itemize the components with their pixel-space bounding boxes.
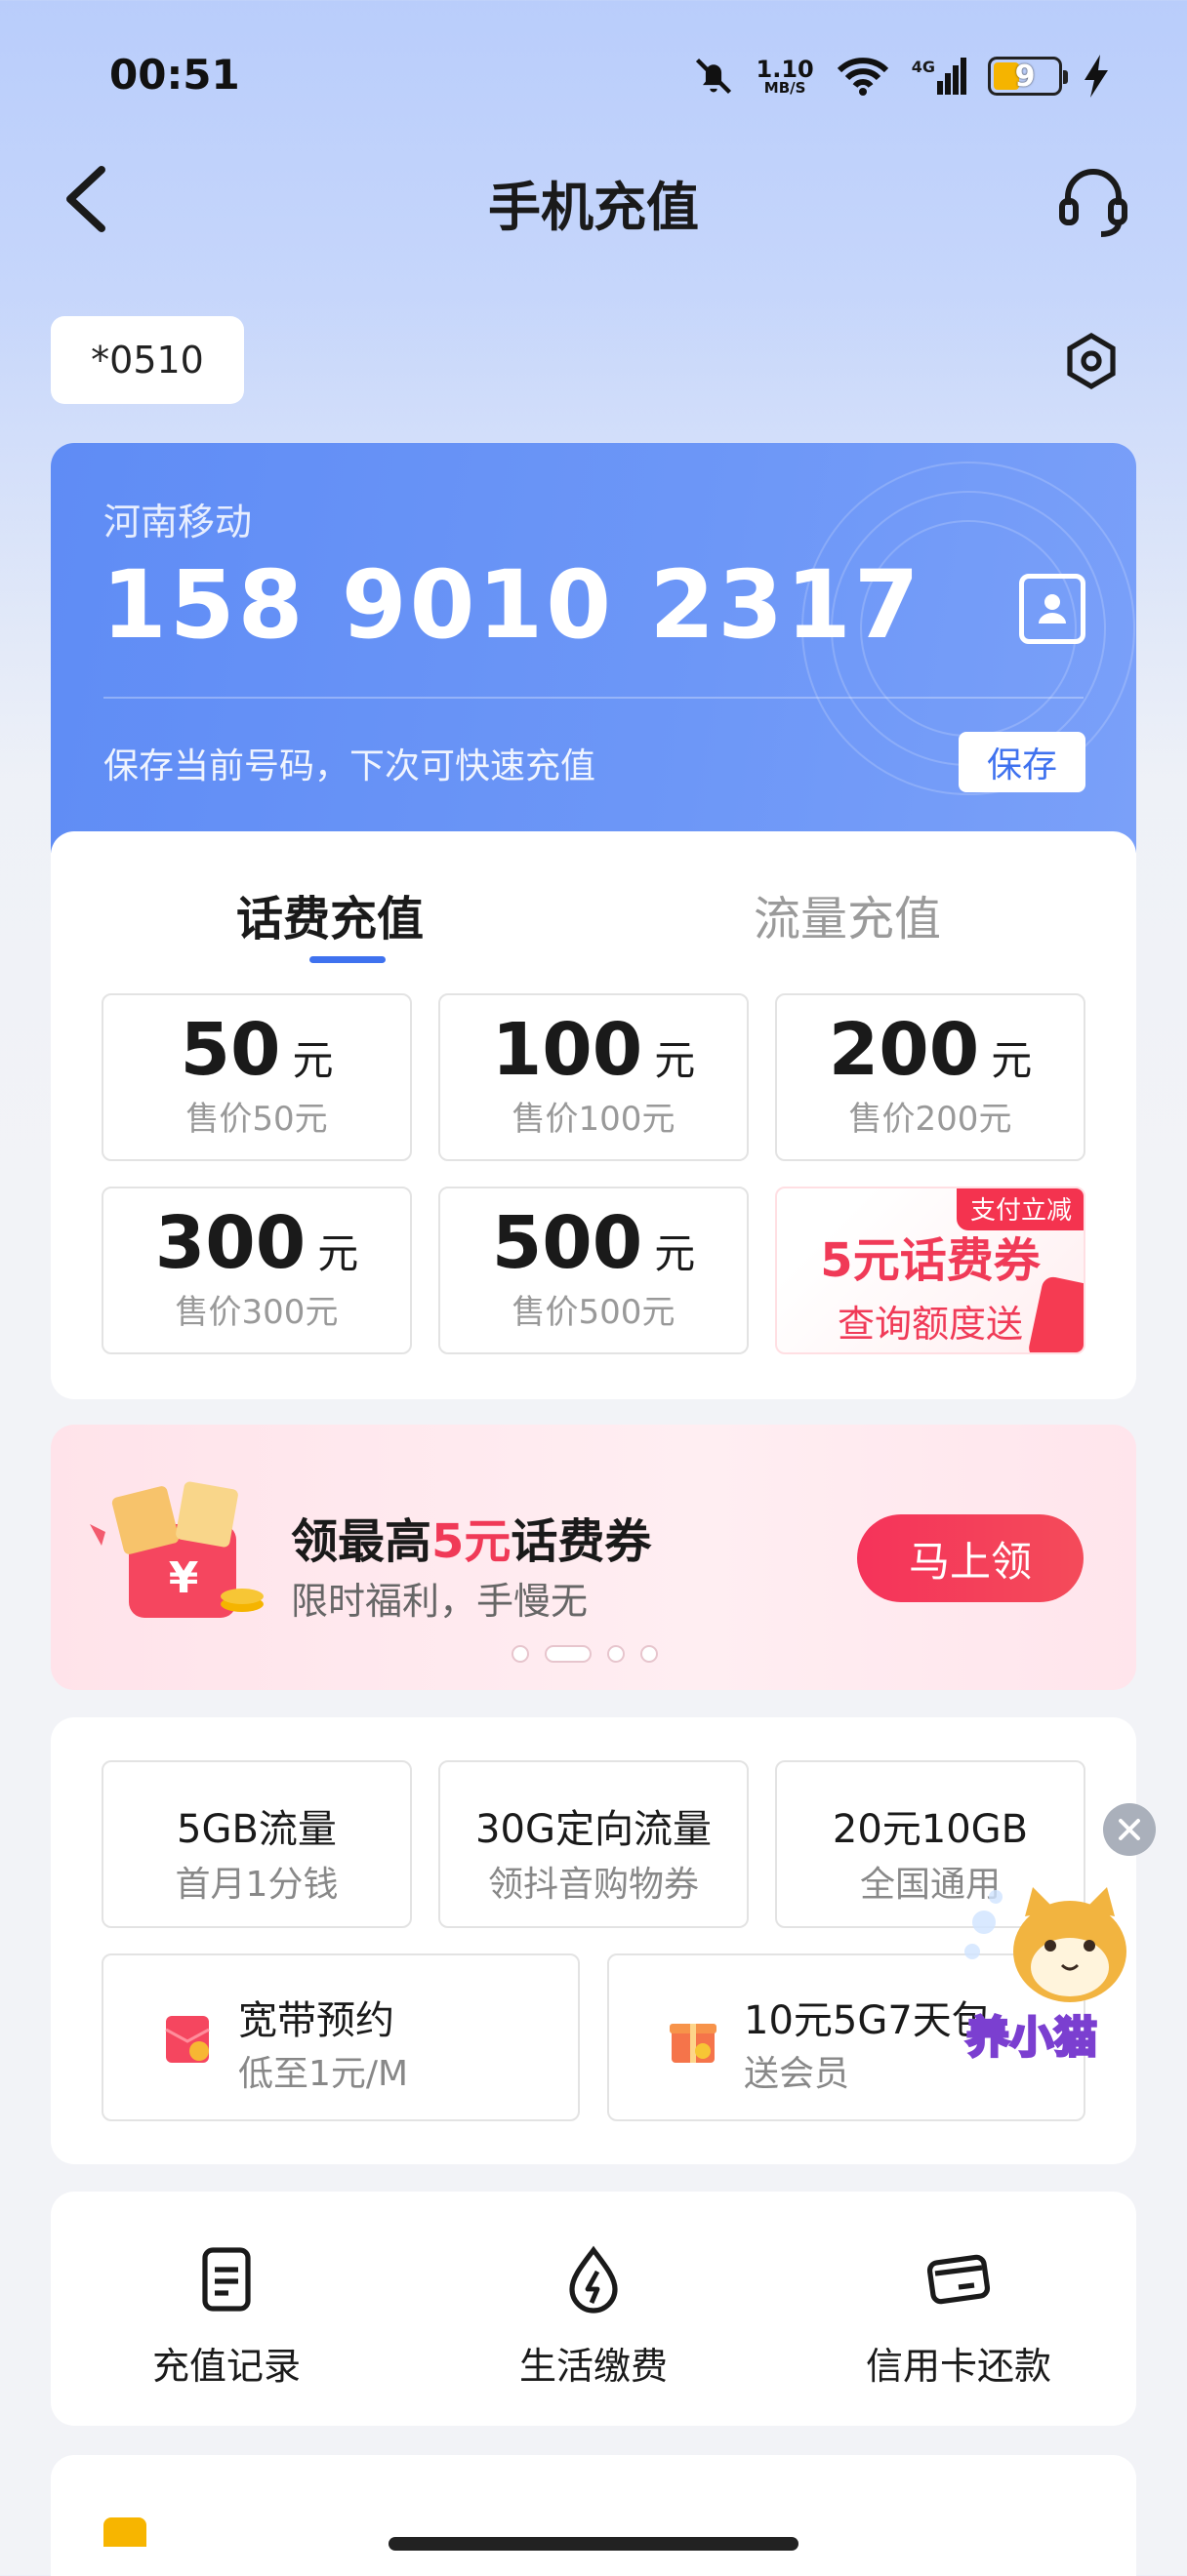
home-indicator[interactable] xyxy=(389,2537,798,2551)
bottom-panel xyxy=(51,2455,1136,2576)
amount-value: 100 xyxy=(491,1008,643,1092)
tab-bill-recharge[interactable]: 话费充值 xyxy=(236,880,424,948)
amount-unit: 元 xyxy=(317,1229,359,1277)
amount-option-50[interactable]: 50 元 售价50元 xyxy=(102,993,412,1161)
rewards-icon xyxy=(103,2517,146,2547)
amount-unit: 元 xyxy=(292,1036,334,1084)
promo-title-highlight: 5元 xyxy=(431,1514,512,1569)
mascot-widget[interactable]: 养小猫 xyxy=(957,1883,1148,2078)
amount-price: 售价300元 xyxy=(175,1293,339,1333)
cat-mascot-icon xyxy=(964,1887,1126,2002)
package-option[interactable]: 30G定向流量 领抖音购物券 xyxy=(438,1760,749,1928)
promo-subtitle: 限时福利，手慢无 xyxy=(291,1580,589,1623)
credit-card-repay-button[interactable]: 信用卡还款 xyxy=(832,2244,1085,2390)
coupon-tag: 支付立减 xyxy=(956,1188,1084,1230)
credit-card-icon xyxy=(926,2254,991,2305)
red-envelope-icon xyxy=(165,2016,210,2063)
amount-option-500[interactable]: 500 元 售价500元 xyxy=(438,1187,749,1354)
battery-icon: 9 xyxy=(988,57,1068,96)
package-option[interactable]: 5GB流量 首月1分钱 xyxy=(102,1760,412,1928)
amount-price: 售价100元 xyxy=(512,1100,675,1140)
amount-unit: 元 xyxy=(654,1229,696,1277)
promo-title-suffix: 话费券 xyxy=(511,1514,652,1569)
document-icon xyxy=(202,2247,251,2312)
card-divider xyxy=(103,697,1084,699)
coupon-title: 5元话费券 xyxy=(820,1233,1041,1288)
save-hint: 保存当前号码，下次可快速充值 xyxy=(103,746,596,786)
service-label: 生活缴费 xyxy=(518,2345,668,2388)
contacts-button[interactable] xyxy=(1019,574,1085,644)
package-subtitle: 低至1元/M xyxy=(238,2054,409,2094)
amount-option-300[interactable]: 300 元 售价300元 xyxy=(102,1187,412,1354)
tab-data-recharge[interactable]: 流量充值 xyxy=(754,880,941,948)
net-speed: 1.10 MB/S xyxy=(757,58,814,96)
contact-book-icon xyxy=(1039,594,1066,624)
tab-indicator xyxy=(309,956,386,963)
amount-price: 售价500元 xyxy=(512,1293,675,1333)
promo-banner[interactable]: ¥ 领最高5元话费券 限时福利，手慢无 马上领 xyxy=(51,1425,1136,1690)
package-title: 10元5G7天包 xyxy=(744,1998,991,2043)
carousel-dot[interactable] xyxy=(640,1645,658,1663)
package-subtitle: 送会员 xyxy=(744,2054,850,2094)
promo-title: 领最高5元话费券 xyxy=(291,1503,651,1571)
save-number-button[interactable]: 保存 xyxy=(959,732,1085,792)
amount-option-100[interactable]: 100 元 售价100元 xyxy=(438,993,749,1161)
battery-level: 9 xyxy=(1014,59,1036,94)
amount-price: 售价200元 xyxy=(848,1100,1012,1140)
headset-icon xyxy=(1059,169,1127,237)
close-icon xyxy=(1119,1819,1140,1840)
service-label: 充值记录 xyxy=(151,2345,301,2388)
package-title: 20元10GB xyxy=(832,1807,1029,1852)
coupon-option[interactable]: 支付立减 5元话费券 查询额度送 xyxy=(775,1187,1085,1354)
customer-service-button[interactable] xyxy=(1054,162,1132,240)
claim-now-button[interactable]: 马上领 xyxy=(857,1514,1084,1602)
wifi-icon xyxy=(837,58,888,96)
carousel-dot[interactable] xyxy=(607,1645,625,1663)
amount-price: 售价50元 xyxy=(185,1100,328,1140)
phone-number[interactable]: 158 9010 2317 xyxy=(102,550,922,660)
charging-bolt-icon xyxy=(1085,55,1108,98)
package-title: 30G定向流量 xyxy=(475,1807,712,1852)
broadband-booking-option[interactable]: 宽带预约 低至1元/M xyxy=(102,1953,580,2121)
package-title: 5GB流量 xyxy=(177,1807,337,1852)
life-payment-button[interactable]: 生活缴费 xyxy=(467,2244,720,2390)
cellular-signal-icon: 4G xyxy=(912,58,966,95)
service-label: 信用卡还款 xyxy=(865,2345,1051,2388)
net-speed-unit: MB/S xyxy=(763,78,806,97)
svg-text:¥: ¥ xyxy=(169,1553,199,1603)
amount-value: 300 xyxy=(154,1201,307,1285)
amount-value: 500 xyxy=(491,1201,643,1285)
carousel-dot-active[interactable] xyxy=(545,1645,592,1663)
amount-value: 200 xyxy=(828,1008,980,1092)
carousel-dot[interactable] xyxy=(512,1645,529,1663)
page-title: 手机充值 xyxy=(488,177,699,238)
recharge-records-button[interactable]: 充值记录 xyxy=(100,2244,353,2390)
net-speed-value: 1.10 xyxy=(756,55,814,83)
package-subtitle: 领抖音购物券 xyxy=(487,1865,699,1905)
amount-unit: 元 xyxy=(991,1036,1033,1084)
mascot-close-button[interactable] xyxy=(1103,1803,1156,1856)
gift-box-icon xyxy=(670,2024,716,2063)
mute-bell-icon xyxy=(695,58,731,95)
amount-option-200[interactable]: 200 元 售价200元 xyxy=(775,993,1085,1161)
gift-box-icon: ¥ xyxy=(90,1481,264,1618)
promo-title-prefix: 领最高 xyxy=(291,1514,432,1569)
status-icons: 1.10 MB/S 4G 9 xyxy=(692,49,1109,103)
phone-number-card: 河南移动 158 9010 2317 保存当前号码，下次可快速充值 保存 xyxy=(51,443,1136,853)
hexagon-settings-icon xyxy=(1067,332,1116,390)
status-time: 00:51 xyxy=(109,51,240,99)
mascot-label: 养小猫 xyxy=(965,2012,1099,2065)
recharge-panel: 话费充值 流量充值 50 元 售价50元 100 元 售价100元 200 元 售价2… xyxy=(51,831,1136,1399)
amount-unit: 元 xyxy=(654,1036,696,1084)
account-chip[interactable]: *0510 xyxy=(51,316,244,404)
package-subtitle: 首月1分钱 xyxy=(175,1865,339,1905)
amount-value: 50 xyxy=(180,1008,281,1092)
carousel-dots xyxy=(512,1645,658,1663)
lightning-drop-icon xyxy=(569,2245,618,2314)
package-title: 宽带预约 xyxy=(238,1998,394,2043)
network-type: 4G xyxy=(911,58,935,76)
carrier-name: 河南移动 xyxy=(103,501,253,543)
settings-button[interactable] xyxy=(1064,332,1119,390)
services-panel: 充值记录 生活缴费 信用卡还款 xyxy=(51,2192,1136,2426)
